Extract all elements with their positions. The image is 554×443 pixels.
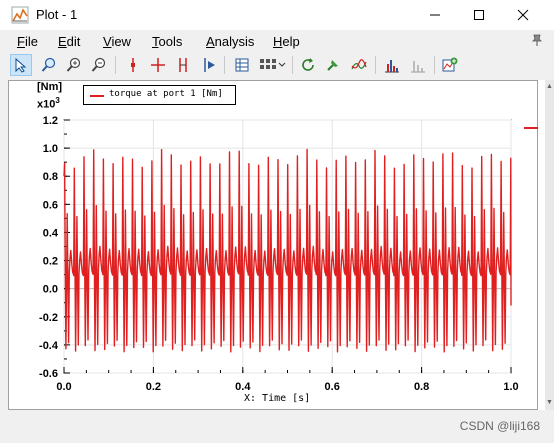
y-tick-label: 0.6 bbox=[43, 199, 58, 211]
scroll-up-icon[interactable]: ▲ bbox=[545, 82, 554, 92]
y-tick-label: 0.8 bbox=[43, 171, 58, 183]
x-tick-label: 0.8 bbox=[414, 381, 429, 393]
y-axis-multiplier: x103 bbox=[37, 96, 60, 111]
series-marker bbox=[524, 127, 538, 129]
scroll-down-icon[interactable]: ▼ bbox=[545, 398, 554, 408]
legend-label: torque at port 1 [Nm] bbox=[109, 89, 223, 99]
x-tick-label: 0.0 bbox=[56, 381, 71, 393]
x-axis-title: X: Time [s] bbox=[244, 393, 311, 404]
y-tick-label: 0.4 bbox=[43, 227, 59, 239]
y-axis-unit: [Nm] bbox=[37, 81, 63, 93]
y-tick-label: -0.4 bbox=[39, 340, 59, 352]
torque-chart[interactable]: 1.21.00.80.60.40.20.0-0.2-0.4-0.60.0 0.2 0… bbox=[0, 0, 554, 443]
vertical-scrollbar[interactable] bbox=[545, 80, 554, 410]
plot-window: Plot - 1 File Edit View Tools Analysis H… bbox=[0, 0, 554, 443]
y-tick-label: 1.2 bbox=[43, 115, 58, 127]
watermark: CSDN @liji168 bbox=[459, 419, 540, 433]
y-tick-label: 1.0 bbox=[43, 143, 58, 155]
y-tick-label: 0.2 bbox=[43, 256, 58, 268]
x-tick-label: 0.4 bbox=[235, 381, 251, 393]
x-tick-label: 0.6 bbox=[325, 381, 340, 393]
y-multiplier-exp: 3 bbox=[55, 96, 60, 105]
legend-line-swatch bbox=[90, 95, 104, 97]
x-tick-label: 1.0 bbox=[503, 381, 518, 393]
y-tick-label: -0.2 bbox=[39, 312, 58, 324]
legend[interactable]: torque at port 1 [Nm] bbox=[83, 85, 236, 105]
y-tick-label: -0.6 bbox=[39, 368, 58, 380]
y-tick-label: 0.0 bbox=[43, 284, 58, 296]
x-tick-label: 0.2 bbox=[146, 381, 161, 393]
y-multiplier-base: x10 bbox=[37, 98, 56, 111]
